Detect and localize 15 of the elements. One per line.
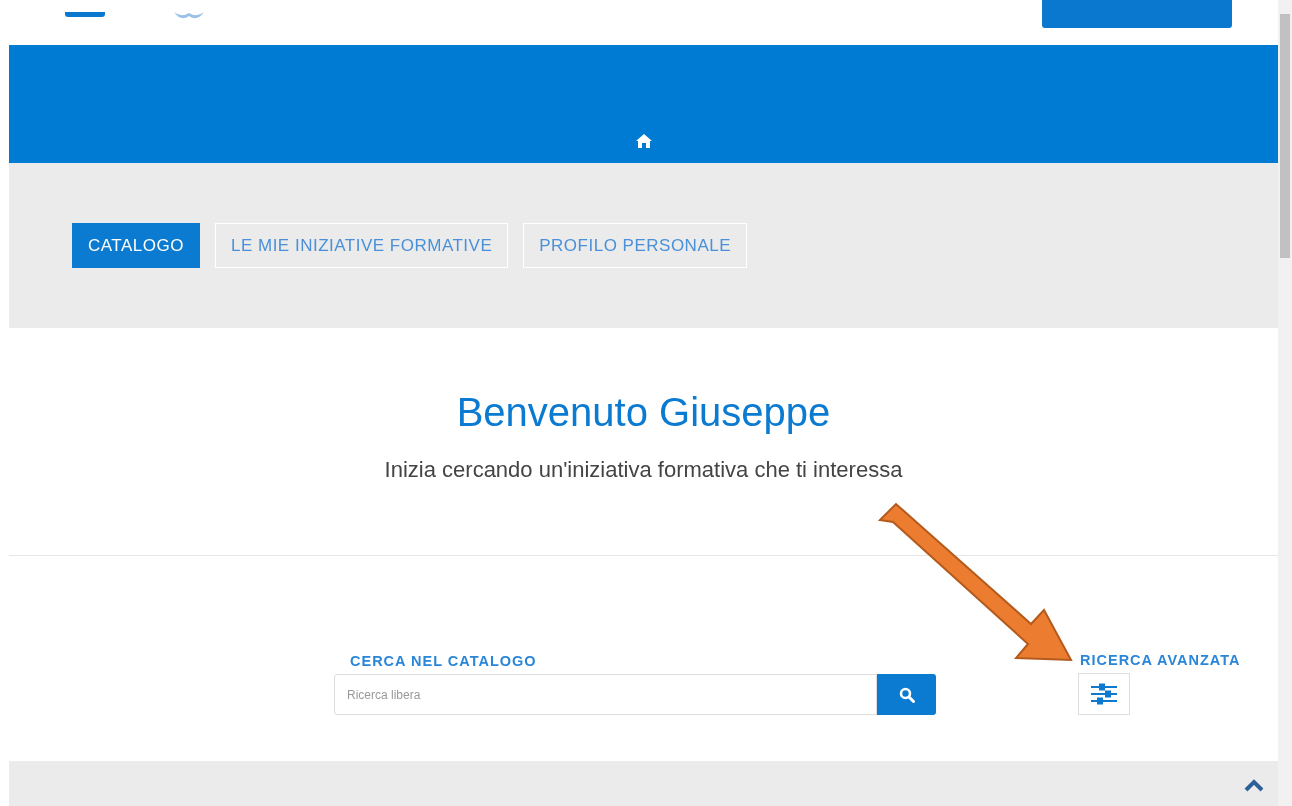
nav-tab[interactable]: PROFILO PERSONALE <box>523 223 748 268</box>
search-field[interactable]: Ricerca libera <box>334 674 877 715</box>
welcome-subtitle: Inizia cercando un'iniziativa formativa che ti interessa <box>384 457 903 483</box>
filter-button[interactable] <box>1078 673 1130 715</box>
advanced-search-label: RICERCA AVANZATA <box>1079 652 1241 668</box>
home-icon[interactable] <box>635 134 652 148</box>
search-label: CERCA NEL CATALOGO <box>349 653 538 669</box>
welcome-title: Benvenuto Giuseppe <box>456 390 831 435</box>
sliders-icon <box>1091 683 1117 705</box>
search-button[interactable] <box>877 674 936 715</box>
nav-tab[interactable]: CATALOGO <box>72 223 200 268</box>
search-icon <box>898 686 915 703</box>
chevron-up-icon[interactable] <box>1244 779 1264 792</box>
scrollbar[interactable] <box>1278 0 1292 806</box>
nav-tab[interactable]: LE MIE INIZIATIVE FORMATIVE <box>214 223 509 268</box>
